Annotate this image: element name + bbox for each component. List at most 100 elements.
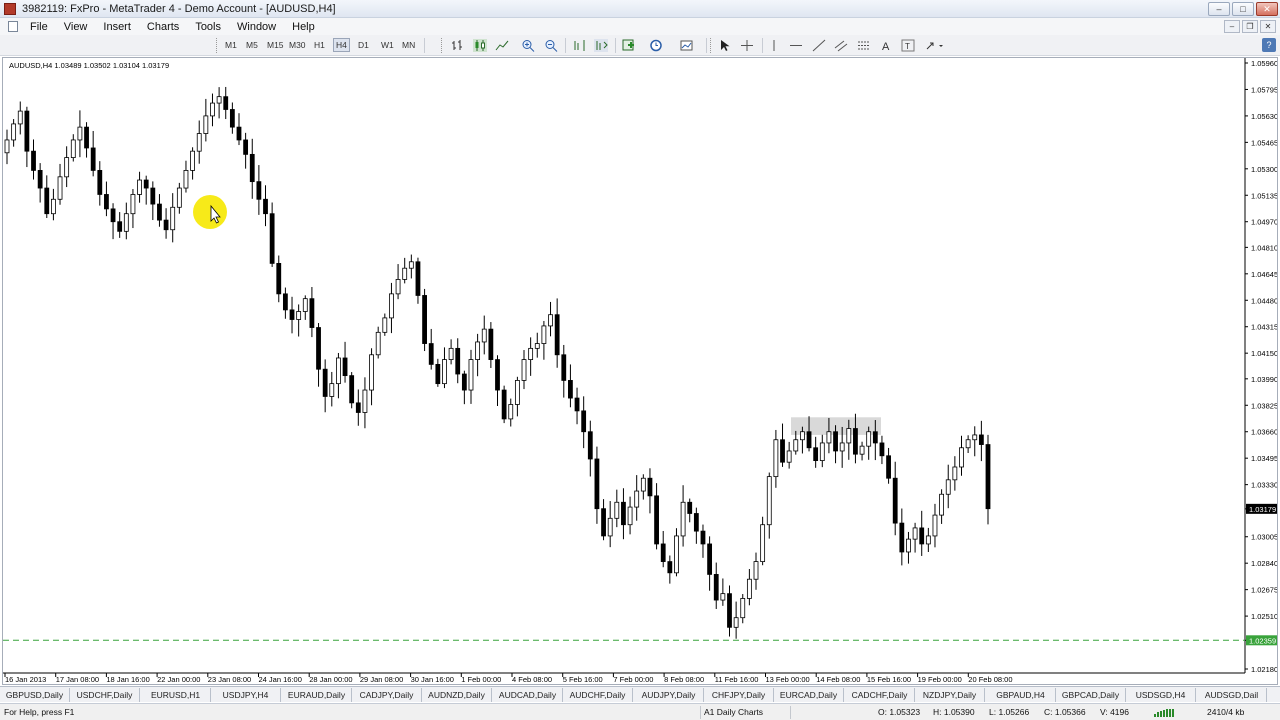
candle-bear (422, 295, 427, 344)
candle-bull (475, 341, 481, 360)
support-line-price-label: 1.02359 (1249, 636, 1276, 645)
timeframe-m15-button[interactable]: M15 (267, 40, 284, 50)
equidistant-channel-icon[interactable] (834, 39, 848, 52)
candle-bear (647, 477, 653, 497)
candle-bull (912, 527, 918, 540)
candle-bear (349, 375, 355, 404)
candle-bull (753, 561, 759, 580)
chart-tab[interactable]: USDSGD,H4 (1126, 688, 1196, 702)
gann-grid-icon[interactable] (857, 39, 871, 52)
chart-shift-icon[interactable] (572, 39, 586, 52)
chart-tab[interactable]: AUDNZD,Daily (422, 688, 492, 702)
chart-tab[interactable]: CHFJPY,Daily (704, 688, 774, 702)
timeframe-w1-button[interactable]: W1 (381, 40, 394, 50)
timeframe-d1-button[interactable]: D1 (358, 40, 369, 50)
candle-bull (674, 535, 679, 574)
menu-charts[interactable]: Charts (139, 21, 187, 33)
chart-tab[interactable]: EURAUD,Daily (282, 688, 352, 702)
menu-file[interactable]: File (22, 21, 56, 33)
price-label: 1.03825 (1251, 401, 1277, 410)
chart-tab[interactable]: NZDJPY,Daily (915, 688, 985, 702)
candles-group (4, 86, 991, 639)
candlestick-icon[interactable] (473, 39, 487, 52)
time-label: 18 Jan 16:00 (106, 675, 149, 684)
candle-bear (561, 354, 567, 381)
candle-bull (481, 328, 487, 343)
menu-help[interactable]: Help (284, 21, 323, 33)
arrows-icon[interactable] (925, 39, 945, 52)
toolbar-separator (565, 38, 566, 53)
time-label: 8 Feb 08:00 (664, 675, 704, 684)
candle-bull (680, 501, 686, 537)
toolbar-grip[interactable] (441, 38, 444, 53)
zoom-out-icon[interactable] (544, 39, 558, 52)
chart-tab[interactable]: AUDCHF,Daily (563, 688, 633, 702)
chart-tab[interactable]: AUDSGD,Dail (1197, 688, 1267, 702)
chart-tab[interactable]: AUDCAD,Daily (493, 688, 563, 702)
menu-window[interactable]: Window (229, 21, 284, 33)
timeframe-m5-button[interactable]: M5 (246, 40, 258, 50)
close-button[interactable]: ✕ (1256, 2, 1278, 16)
timeframe-m30-button[interactable]: M30 (289, 40, 306, 50)
crosshair-icon[interactable] (740, 39, 754, 52)
chart-tab[interactable]: AUDJPY,Daily (634, 688, 704, 702)
cursor-icon[interactable] (717, 39, 731, 52)
vertical-line-icon[interactable] (767, 39, 781, 52)
chart-tab[interactable]: GBPAUD,H4 (986, 688, 1056, 702)
candle-bear (90, 147, 96, 171)
candle-bull (183, 170, 189, 189)
text-icon[interactable]: A (879, 39, 893, 52)
toolbar-grip[interactable] (216, 38, 219, 53)
menu-view[interactable]: View (56, 21, 96, 33)
chart-restore-button[interactable]: ❐ (1242, 20, 1258, 33)
chart-tab[interactable]: GBPUSD,Daily (0, 688, 70, 702)
candle-bear (415, 261, 421, 296)
timeframe-mn-button[interactable]: MN (402, 40, 415, 50)
maximize-button[interactable]: □ (1232, 2, 1254, 16)
indicators-icon[interactable] (622, 39, 636, 52)
candle-bear (117, 221, 123, 232)
chart-tab[interactable]: CADCHF,Daily (845, 688, 915, 702)
menu-insert[interactable]: Insert (95, 21, 139, 33)
chart-tab[interactable]: CADJPY,Daily (352, 688, 422, 702)
text-label-icon[interactable]: T (901, 39, 915, 52)
chart-close-button[interactable]: ✕ (1260, 20, 1276, 33)
candle-bull (64, 157, 70, 178)
line-chart-icon[interactable] (495, 39, 509, 52)
toolbar-grip[interactable] (710, 38, 713, 53)
candle-bull (932, 514, 938, 537)
chart-window[interactable]: 1.05960 1.05795 1.05630 1.05465 1.05300 1.051… (2, 57, 1278, 685)
autoscroll-icon[interactable] (594, 39, 608, 52)
chart-tab[interactable]: GBPCAD,Daily (1056, 688, 1126, 702)
candle-bull (389, 293, 394, 319)
candle-bear (97, 170, 103, 195)
chart-tab[interactable]: EURUSD,H1 (141, 688, 211, 702)
periods-icon[interactable] (650, 39, 664, 52)
chart-minimize-button[interactable]: – (1224, 20, 1240, 33)
candle-bear (687, 501, 693, 514)
menu-tools[interactable]: Tools (187, 21, 229, 33)
timeframe-h1-button[interactable]: H1 (314, 40, 325, 50)
chart-tab[interactable]: USDCHF,Daily (70, 688, 140, 702)
templates-icon[interactable] (680, 39, 694, 52)
zoom-in-icon[interactable] (521, 39, 535, 52)
cursor-highlight-icon (193, 195, 227, 229)
candle-bear (594, 458, 600, 510)
horizontal-line-icon[interactable] (789, 39, 803, 52)
candle-bear (700, 530, 706, 545)
candle-bull (369, 354, 374, 391)
timeframe-h4-button[interactable]: H4 (333, 38, 350, 52)
status-profile[interactable]: A1 Daily Charts (704, 707, 763, 717)
candle-bear (24, 110, 30, 152)
timeframe-m1-button[interactable]: M1 (225, 40, 237, 50)
candlestick-chart[interactable]: 1.05960 1.05795 1.05630 1.05465 1.05300 1.051… (3, 58, 1277, 684)
candle-bull (508, 404, 514, 420)
trendline-icon[interactable] (812, 39, 826, 52)
bar-chart-icon[interactable] (451, 39, 465, 52)
chart-tab[interactable]: USDJPY,H4 (211, 688, 281, 702)
minimize-button[interactable]: – (1208, 2, 1230, 16)
help-context-icon[interactable]: ? (1262, 38, 1276, 52)
price-label: 1.02510 (1251, 612, 1277, 621)
chart-tab[interactable]: EURCAD,Daily (774, 688, 844, 702)
candle-bull (627, 506, 633, 526)
